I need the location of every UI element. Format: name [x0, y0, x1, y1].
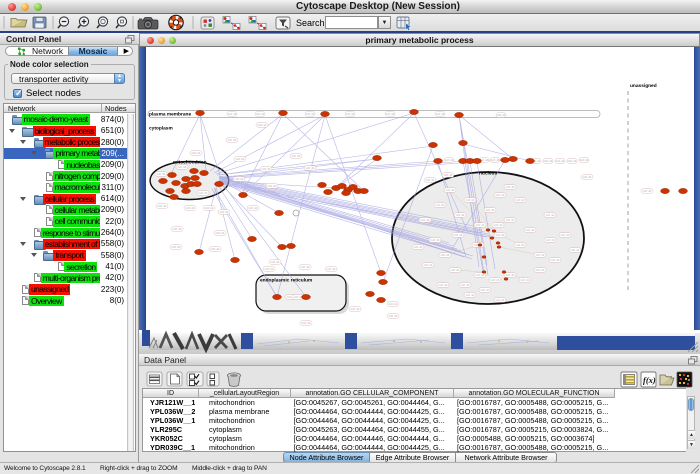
svg-text:GO:44: GO:44 — [199, 191, 208, 195]
svg-text:GO:44: GO:44 — [178, 165, 187, 169]
svg-text:GO:44: GO:44 — [551, 258, 560, 262]
svg-text:GO:44: GO:44 — [496, 193, 505, 197]
svg-text:GO:44: GO:44 — [256, 112, 265, 116]
svg-text:GO:44: GO:44 — [561, 233, 570, 237]
svg-text:GO:44: GO:44 — [506, 185, 515, 189]
svg-text:GO:44: GO:44 — [526, 228, 535, 232]
svg-text:GO:44: GO:44 — [496, 233, 505, 237]
svg-text:GO:44: GO:44 — [476, 273, 485, 277]
svg-text:GO:44: GO:44 — [389, 302, 398, 306]
svg-text:GO:44: GO:44 — [476, 223, 485, 227]
svg-text:GO:44: GO:44 — [431, 238, 440, 242]
svg-text:GO:44: GO:44 — [521, 278, 530, 282]
svg-text:GO:44: GO:44 — [306, 166, 315, 170]
svg-text:GO:44: GO:44 — [466, 293, 475, 297]
svg-text:GO:44: GO:44 — [439, 283, 448, 287]
svg-text:GO:44: GO:44 — [346, 112, 355, 116]
svg-text:GO:44: GO:44 — [481, 288, 490, 292]
svg-text:GO:44: GO:44 — [351, 307, 360, 311]
svg-text:GO:44: GO:44 — [268, 184, 277, 188]
svg-text:GO:44: GO:44 — [506, 218, 515, 222]
svg-text:GO:44: GO:44 — [516, 243, 525, 247]
svg-text:GO:44: GO:44 — [271, 260, 280, 264]
svg-text:GO:44: GO:44 — [506, 273, 515, 277]
svg-text:GO:44: GO:44 — [583, 175, 592, 179]
svg-text:GO:44: GO:44 — [516, 198, 525, 202]
svg-text:endoplasmic reticulum: endoplasmic reticulum — [260, 278, 312, 284]
svg-text:GO:44: GO:44 — [491, 158, 500, 162]
svg-text:GO:44: GO:44 — [192, 151, 201, 155]
svg-text:GO:44: GO:44 — [444, 173, 453, 177]
svg-text:GO:44: GO:44 — [158, 204, 167, 208]
svg-text:GO:44: GO:44 — [643, 189, 652, 193]
svg-text:GO:44: GO:44 — [580, 158, 589, 162]
svg-text:GO:44: GO:44 — [186, 206, 195, 210]
svg-text:GO:44: GO:44 — [456, 213, 465, 217]
svg-text:GO:44: GO:44 — [454, 233, 463, 237]
svg-text:GO:44: GO:44 — [302, 321, 311, 325]
svg-text:GO:44: GO:44 — [421, 218, 430, 222]
svg-text:GO:44: GO:44 — [424, 263, 433, 267]
svg-text:GO:44: GO:44 — [228, 112, 237, 116]
svg-text:GO:44: GO:44 — [451, 268, 460, 272]
svg-text:GO:44: GO:44 — [228, 138, 237, 142]
svg-text:GO:44: GO:44 — [414, 245, 423, 249]
svg-text:GO:44: GO:44 — [258, 123, 267, 127]
svg-text:GO:44: GO:44 — [497, 113, 506, 117]
svg-text:GO:44: GO:44 — [172, 245, 181, 249]
svg-text:GO:44: GO:44 — [466, 198, 475, 202]
svg-text:f(x): f(x) — [643, 375, 656, 385]
svg-text:GO:44: GO:44 — [496, 298, 505, 302]
svg-text:GO:44: GO:44 — [494, 223, 503, 227]
svg-text:GO:44: GO:44 — [265, 267, 274, 271]
svg-text:GO:44: GO:44 — [173, 227, 182, 231]
svg-text:GO:44: GO:44 — [491, 278, 500, 282]
svg-text:GO:44: GO:44 — [568, 159, 577, 163]
svg-text:nucleus: nucleus — [479, 171, 497, 177]
svg-text:GO:44: GO:44 — [389, 314, 398, 318]
svg-text:GO:44: GO:44 — [205, 206, 214, 210]
svg-text:GO:44: GO:44 — [301, 265, 310, 269]
svg-text:GO:44: GO:44 — [546, 238, 555, 242]
svg-text:GO:44: GO:44 — [262, 167, 271, 171]
svg-text:GO:44: GO:44 — [571, 248, 580, 252]
svg-text:GO:44: GO:44 — [327, 267, 336, 271]
svg-text:unassigned: unassigned — [630, 83, 657, 89]
svg-text:GO:44: GO:44 — [216, 231, 225, 235]
svg-text:GO:44: GO:44 — [544, 159, 553, 163]
svg-text:GO:44: GO:44 — [436, 203, 445, 207]
svg-text:GO:44: GO:44 — [211, 247, 220, 251]
svg-text:GO:44: GO:44 — [235, 177, 244, 181]
svg-text:GO:44: GO:44 — [426, 178, 435, 182]
svg-text:GO:44: GO:44 — [306, 112, 315, 116]
svg-text:GO:44: GO:44 — [292, 154, 301, 158]
svg-text:GO:44: GO:44 — [249, 206, 258, 210]
svg-text:GO:44: GO:44 — [220, 210, 229, 214]
svg-text:GO:44: GO:44 — [386, 112, 395, 116]
svg-text:plasma membrane: plasma membrane — [149, 112, 191, 118]
svg-text:GO:44: GO:44 — [461, 283, 470, 287]
svg-text:GO:44: GO:44 — [445, 158, 454, 162]
svg-text:GO:44: GO:44 — [556, 159, 565, 163]
svg-text:GO:44: GO:44 — [157, 172, 166, 176]
svg-text:GO:44: GO:44 — [536, 268, 545, 272]
svg-text:GO:44: GO:44 — [446, 188, 455, 192]
svg-text:cytoplasm: cytoplasm — [149, 126, 173, 132]
svg-text:GO:44: GO:44 — [536, 253, 545, 257]
svg-text:GO:44: GO:44 — [486, 208, 495, 212]
svg-text:GO:44: GO:44 — [546, 213, 555, 217]
svg-text:GO:44: GO:44 — [236, 157, 245, 161]
svg-text:GO:44: GO:44 — [436, 112, 445, 116]
svg-text:GO:44: GO:44 — [441, 253, 450, 257]
